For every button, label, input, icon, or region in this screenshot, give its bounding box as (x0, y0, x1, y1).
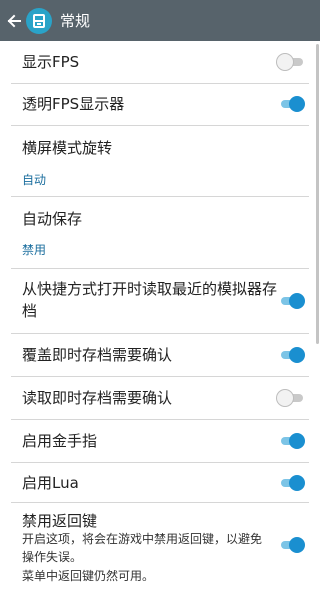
setting-label: 启用金手指 (22, 432, 98, 450)
setting-description: 开启这项，将会在游戏中禁用返回键，以避免 (22, 532, 263, 546)
app-bar: 常规 (0, 0, 320, 41)
back-button[interactable] (2, 0, 26, 41)
app-logo-icon (26, 7, 52, 34)
setting-load-recent-state[interactable]: 从快捷方式打开时读取最近的模拟器存 档 (11, 269, 309, 334)
enable-lua-toggle[interactable] (277, 475, 305, 491)
setting-label: 从快捷方式打开时读取最近的模拟器存 (22, 280, 278, 298)
setting-enable-cheats[interactable]: 启用金手指 (11, 420, 309, 463)
setting-transparent-fps[interactable]: 透明FPS显示器 (11, 84, 309, 126)
setting-auto-save[interactable]: 自动保存 禁用 (11, 197, 309, 269)
confirm-load-toggle[interactable] (277, 390, 305, 406)
disable-back-key-toggle[interactable] (277, 537, 305, 553)
setting-label-cont: 档 (22, 302, 38, 320)
setting-value: 自动 (22, 173, 47, 187)
setting-label: 横屏模式旋转 (22, 139, 113, 157)
enable-cheats-toggle[interactable] (277, 433, 305, 449)
setting-label: 透明FPS显示器 (22, 95, 125, 113)
setting-show-fps[interactable]: 显示FPS (11, 41, 309, 84)
arrow-left-icon (7, 14, 21, 27)
setting-disable-back-key[interactable]: 禁用返回键 开启这项，将会在游戏中禁用返回键，以避免 操作失误。 菜单中返回键仍… (11, 503, 309, 593)
setting-enable-lua[interactable]: 启用Lua (11, 463, 309, 503)
setting-description: 菜单中返回键仍然可用。 (22, 569, 155, 583)
setting-label: 覆盖即时存档需要确认 (22, 346, 173, 364)
setting-value: 禁用 (22, 243, 47, 257)
setting-description: 操作失误。 (22, 550, 83, 564)
settings-list: 显示FPS 透明FPS显示器 横屏模式旋转 自动 自动保存 禁用 从快捷方式打开… (0, 41, 320, 593)
transparent-fps-toggle[interactable] (277, 96, 305, 112)
setting-label: 启用Lua (22, 474, 79, 492)
setting-landscape-rotation[interactable]: 横屏模式旋转 自动 (11, 126, 309, 197)
scrollbar[interactable] (316, 44, 319, 344)
page-title: 常规 (60, 12, 91, 30)
setting-confirm-overwrite[interactable]: 覆盖即时存档需要确认 (11, 334, 309, 377)
load-recent-state-toggle[interactable] (277, 293, 305, 309)
show-fps-toggle[interactable] (277, 54, 305, 70)
setting-label: 禁用返回键 (22, 512, 98, 530)
setting-label: 显示FPS (22, 53, 80, 71)
confirm-overwrite-toggle[interactable] (277, 347, 305, 363)
setting-label: 读取即时存档需要确认 (22, 389, 173, 407)
setting-label: 自动保存 (22, 210, 83, 228)
setting-confirm-load[interactable]: 读取即时存档需要确认 (11, 377, 309, 420)
